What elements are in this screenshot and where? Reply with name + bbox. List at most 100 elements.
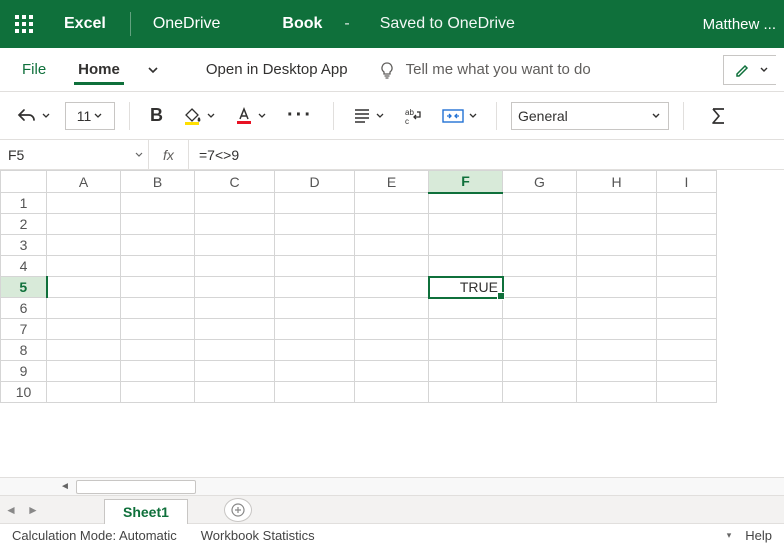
tell-me-search[interactable]: Tell me what you want to do — [378, 61, 591, 79]
cell[interactable] — [657, 382, 717, 403]
user-name[interactable]: Matthew ... — [703, 16, 776, 33]
cell[interactable] — [503, 340, 577, 361]
row-header[interactable]: 2 — [1, 214, 47, 235]
cell[interactable] — [355, 361, 429, 382]
cell[interactable] — [657, 256, 717, 277]
cell[interactable] — [195, 382, 275, 403]
cell[interactable] — [429, 256, 503, 277]
undo-button[interactable] — [12, 102, 55, 130]
cell[interactable] — [503, 277, 577, 298]
cell[interactable] — [121, 361, 195, 382]
cell[interactable] — [577, 193, 657, 214]
cell[interactable] — [503, 256, 577, 277]
column-header[interactable]: C — [195, 171, 275, 193]
cell[interactable] — [47, 340, 121, 361]
cell[interactable] — [577, 340, 657, 361]
cell[interactable] — [657, 319, 717, 340]
cell[interactable] — [121, 193, 195, 214]
cell[interactable] — [503, 361, 577, 382]
cell[interactable] — [503, 235, 577, 256]
cell[interactable] — [195, 361, 275, 382]
column-header[interactable]: E — [355, 171, 429, 193]
row-header[interactable]: 4 — [1, 256, 47, 277]
bold-button[interactable]: B — [144, 105, 169, 126]
column-header[interactable]: I — [657, 171, 717, 193]
more-font-options-button[interactable]: ··· — [281, 104, 319, 127]
cell[interactable] — [657, 235, 717, 256]
row-header[interactable]: 10 — [1, 382, 47, 403]
cell[interactable] — [195, 319, 275, 340]
cell[interactable] — [355, 235, 429, 256]
cell[interactable] — [429, 319, 503, 340]
wrap-text-button[interactable]: ab c — [399, 102, 427, 130]
select-all-corner[interactable] — [1, 171, 47, 193]
font-size-selector[interactable]: 11 — [65, 102, 115, 130]
horizontal-scrollbar[interactable]: ◄ — [0, 477, 784, 495]
cell[interactable] — [195, 298, 275, 319]
insert-function-button[interactable]: fx — [149, 140, 189, 169]
cell[interactable] — [47, 193, 121, 214]
cell[interactable] — [121, 256, 195, 277]
cell[interactable] — [657, 193, 717, 214]
cell[interactable] — [657, 361, 717, 382]
column-header[interactable]: F — [429, 171, 503, 193]
alignment-button[interactable] — [348, 103, 389, 129]
tab-file[interactable]: File — [8, 55, 60, 84]
more-tabs-button[interactable] — [138, 57, 168, 83]
cell[interactable] — [577, 361, 657, 382]
cell[interactable] — [121, 277, 195, 298]
cell[interactable] — [275, 235, 355, 256]
cell[interactable] — [195, 214, 275, 235]
cell[interactable] — [355, 319, 429, 340]
column-header[interactable]: D — [275, 171, 355, 193]
cell[interactable] — [503, 298, 577, 319]
cell[interactable] — [275, 256, 355, 277]
cell[interactable] — [355, 298, 429, 319]
cell[interactable] — [195, 256, 275, 277]
cell[interactable] — [121, 319, 195, 340]
name-box[interactable]: F5 — [0, 140, 149, 169]
cell[interactable] — [503, 382, 577, 403]
cell[interactable] — [121, 340, 195, 361]
cell[interactable] — [47, 319, 121, 340]
status-dropdown-icon[interactable]: ▾ — [727, 530, 732, 541]
sheet-nav-prev[interactable]: ◄ — [0, 496, 22, 523]
cell[interactable] — [275, 277, 355, 298]
cell[interactable] — [657, 277, 717, 298]
cell[interactable] — [195, 193, 275, 214]
cell[interactable] — [355, 277, 429, 298]
cell[interactable] — [275, 382, 355, 403]
cell[interactable] — [275, 340, 355, 361]
add-sheet-button[interactable] — [224, 498, 252, 522]
scroll-track[interactable] — [76, 480, 196, 494]
cell[interactable] — [47, 214, 121, 235]
tab-home[interactable]: Home — [64, 55, 134, 84]
cell[interactable] — [577, 298, 657, 319]
grid-scroll[interactable]: ABCDEFGHI12345TRUE678910 — [0, 170, 784, 477]
cell[interactable] — [577, 235, 657, 256]
cell[interactable] — [355, 256, 429, 277]
cell[interactable] — [429, 235, 503, 256]
row-header[interactable]: 7 — [1, 319, 47, 340]
cell[interactable] — [657, 298, 717, 319]
cell[interactable] — [195, 277, 275, 298]
row-header[interactable]: 3 — [1, 235, 47, 256]
sheet-tab-active[interactable]: Sheet1 — [104, 499, 188, 524]
help-link[interactable]: Help — [745, 528, 772, 543]
cell[interactable] — [195, 340, 275, 361]
cell[interactable] — [275, 193, 355, 214]
fill-color-button[interactable] — [179, 102, 220, 130]
row-header[interactable]: 6 — [1, 298, 47, 319]
location-label[interactable]: OneDrive — [145, 11, 229, 37]
cell[interactable] — [47, 382, 121, 403]
cell[interactable] — [577, 256, 657, 277]
cell[interactable] — [275, 319, 355, 340]
row-header[interactable]: 9 — [1, 361, 47, 382]
cell[interactable] — [355, 382, 429, 403]
cell[interactable] — [429, 340, 503, 361]
cell[interactable] — [275, 298, 355, 319]
cell[interactable] — [429, 361, 503, 382]
open-in-desktop-button[interactable]: Open in Desktop App — [198, 55, 356, 84]
autosum-button[interactable] — [704, 102, 732, 130]
sheet-nav-next[interactable]: ► — [22, 496, 44, 523]
